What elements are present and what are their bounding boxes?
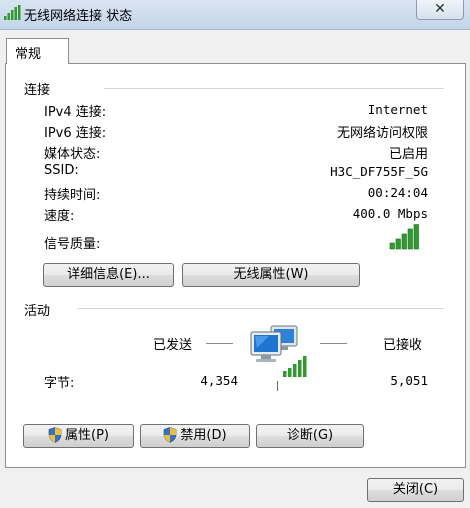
speed-label: 速度: — [44, 209, 75, 224]
signal-strength-icon — [389, 224, 419, 250]
activity-tick — [277, 381, 278, 391]
signal-bar-3 — [401, 233, 407, 250]
signal-bar-1 — [389, 242, 395, 250]
details-button-label: 详细信息(E)... — [67, 267, 150, 282]
ssid-label: SSID: — [44, 163, 79, 178]
diagnose-button-label: 诊断(G) — [286, 428, 334, 443]
signal-bar-2 — [395, 238, 401, 250]
duration-label: 持续时间: — [44, 188, 101, 203]
properties-button-label: 属性(P) — [65, 428, 109, 443]
properties-button[interactable]: 属性(P) — [23, 424, 134, 448]
ssid-value: H3C_DF755F_5G — [330, 164, 428, 179]
duration-value: 00:24:04 — [367, 185, 428, 200]
disable-button[interactable]: 禁用(D) — [140, 424, 250, 448]
details-button[interactable]: 详细信息(E)... — [43, 263, 174, 287]
wireless-properties-button-label: 无线属性(W) — [233, 267, 309, 282]
sent-label: 已发送 — [153, 338, 193, 353]
network-computers-icon — [250, 325, 307, 377]
diagnose-button[interactable]: 诊断(G) — [256, 424, 364, 448]
disable-button-label: 禁用(D) — [180, 428, 227, 443]
bytes-label: 字节: — [44, 376, 75, 391]
ipv6-value: 无网络访问权限 — [336, 126, 428, 141]
uac-shield-icon — [164, 426, 177, 443]
ipv4-value: Internet — [367, 102, 428, 117]
close-window-button[interactable]: ✕ — [416, 0, 464, 20]
window-title: 无线网络连接 状态 — [24, 9, 133, 24]
media-state-value: 已启用 — [388, 147, 428, 162]
close-button[interactable]: 关闭(C) — [367, 478, 464, 502]
signal-bar-4 — [407, 228, 413, 250]
signal-bar-5 — [413, 224, 419, 250]
close-icon: ✕ — [434, 1, 446, 17]
activity-divider — [78, 308, 444, 309]
uac-shield-icon — [48, 426, 62, 443]
signal-quality-label: 信号质量: — [44, 237, 101, 252]
sent-line — [206, 343, 233, 344]
speed-value: 400.0 Mbps — [352, 206, 428, 221]
ipv6-label: IPv6 连接: — [44, 126, 107, 141]
activity-heading: 活动 — [24, 304, 51, 319]
media-state-label: 媒体状态: — [44, 147, 101, 162]
received-label: 已接收 — [383, 338, 423, 353]
close-button-label: 关闭(C) — [392, 482, 439, 497]
connection-divider — [104, 88, 444, 89]
bytes-sent-value: 4,354 — [200, 373, 238, 388]
wireless-properties-button[interactable]: 无线属性(W) — [182, 263, 360, 287]
ipv4-label: IPv4 连接: — [44, 105, 107, 120]
tab-general[interactable]: 常规 — [6, 38, 69, 64]
received-line — [320, 343, 347, 344]
wireless-signal-icon — [4, 5, 21, 20]
title-bar: 无线网络连接 状态 ✕ — [0, 0, 470, 30]
bytes-received-value: 5,051 — [390, 373, 428, 388]
tab-general-label: 常规 — [15, 47, 42, 62]
connection-heading: 连接 — [24, 83, 51, 98]
